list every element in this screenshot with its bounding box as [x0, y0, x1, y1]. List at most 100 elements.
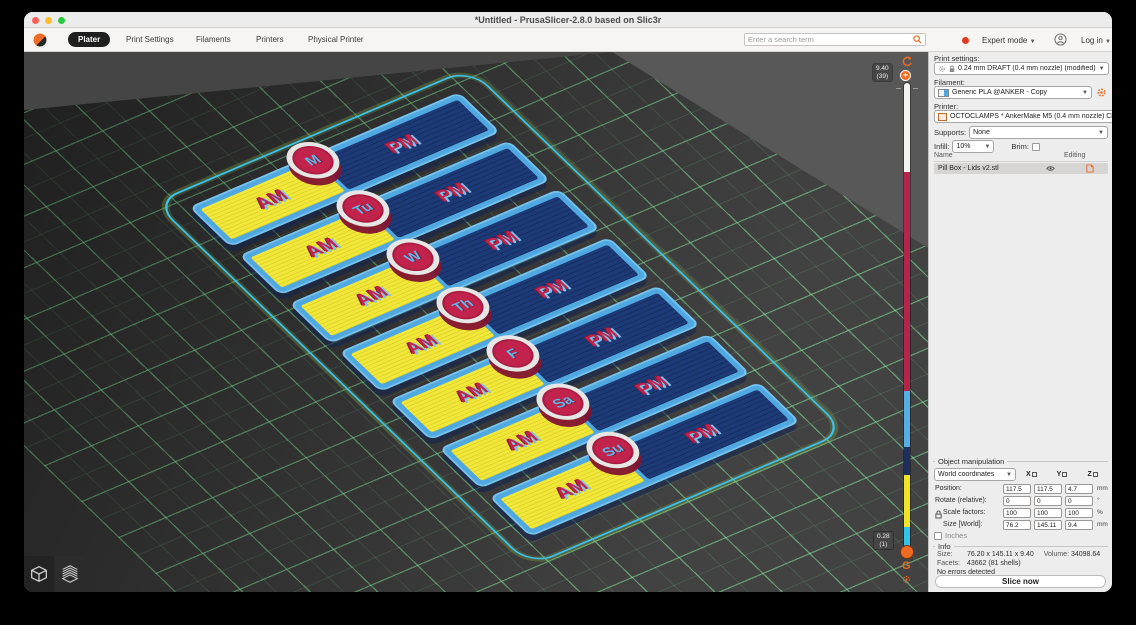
axis-header-x: X	[1019, 471, 1044, 478]
layer-color-segment	[904, 447, 910, 476]
am-label: AM	[500, 428, 544, 455]
printer-icon	[938, 112, 947, 121]
rotate-row: Rotate (relative): 0 0 0 °	[935, 495, 1108, 506]
gcode-legend-toggle[interactable]: G	[902, 560, 911, 572]
object-name: Pill Box - Lids v2.stl	[938, 165, 999, 172]
edit-filament-button[interactable]	[1095, 86, 1108, 99]
brim-checkbox[interactable]	[1031, 142, 1040, 151]
tab-print-settings[interactable]: Print Settings	[116, 32, 184, 47]
position-y-field[interactable]: 117.5	[1034, 483, 1062, 494]
tab-plater[interactable]: Plater	[68, 32, 111, 47]
axis-box-icon	[1031, 471, 1037, 477]
reset-color-changes-icon[interactable]	[901, 56, 914, 69]
tab-filaments[interactable]: Filaments	[186, 32, 241, 47]
unit-label: °	[1097, 497, 1100, 504]
rotate-y-field[interactable]: 0	[1034, 495, 1062, 506]
printer-select[interactable]: OCTOCLAMPS * AnkerMake M5 (0.4 mm nozzle…	[934, 110, 1112, 123]
layer-color-segment	[904, 475, 910, 527]
cube-icon	[31, 566, 47, 582]
printer-row: OCTOCLAMPS * AnkerMake M5 (0.4 mm nozzle…	[934, 110, 1112, 123]
slider-settings-gear-icon[interactable]	[901, 574, 912, 585]
supports-label: Supports:	[934, 128, 967, 137]
pm-label: PM	[681, 421, 724, 448]
search-placeholder: Enter a search term	[748, 35, 814, 44]
object-list-row[interactable]: Pill Box - Lids v2.stl	[934, 163, 1108, 174]
layer-stack-icon	[61, 565, 79, 583]
object-list-header: Name Editing	[934, 152, 1108, 162]
search-input[interactable]: Enter a search term	[744, 33, 926, 46]
layer-slider-track[interactable]	[904, 83, 910, 550]
tab-printers[interactable]: Printers	[246, 32, 294, 47]
mode-status-dot	[962, 37, 969, 44]
position-row: Position: 117.5 117.5 4.7 mm	[935, 483, 1108, 494]
facets-info-value: 43662 (81 shells)	[966, 560, 1021, 567]
prusaslicer-logo-icon	[32, 32, 48, 48]
size-info-value: 76.20 x 145.11 x 9.40	[966, 551, 1034, 558]
lock-icon	[949, 65, 955, 72]
position-label: Position:	[935, 485, 962, 492]
size-label: Size [World]:	[943, 521, 983, 528]
am-label: AM	[550, 476, 594, 503]
size-z-field[interactable]: 9.4	[1065, 519, 1093, 530]
user-account-icon[interactable]	[1054, 33, 1067, 46]
position-z-field[interactable]: 4.7	[1065, 483, 1093, 494]
volume-info-label: Volume:	[1043, 551, 1070, 558]
scale-x-field[interactable]: 100	[1003, 507, 1031, 518]
gear-icon	[1097, 88, 1106, 97]
filament-color-swatch	[938, 88, 949, 97]
day-label: Sa	[548, 392, 578, 412]
object-manipulation-title: Object manipulation	[938, 457, 1005, 466]
day-label: Tu	[349, 199, 377, 218]
day-label: W	[400, 248, 426, 266]
day-label: F	[502, 345, 524, 362]
size-y-field[interactable]: 145.11	[1034, 519, 1062, 530]
rotate-x-field[interactable]: 0	[1003, 495, 1031, 506]
am-label: AM	[451, 379, 494, 407]
add-color-change-button[interactable]: +	[900, 70, 911, 81]
layer-color-segment	[904, 83, 910, 172]
rotate-z-field[interactable]: 0	[1065, 495, 1093, 506]
pm-label: PM	[482, 228, 524, 254]
login-button[interactable]: Log in ▼	[1081, 36, 1111, 45]
visibility-toggle[interactable]	[1046, 165, 1086, 172]
pm-label: PM	[631, 372, 674, 399]
axis-box-icon	[1062, 471, 1068, 477]
size-x-field[interactable]: 76.2	[1003, 519, 1031, 530]
slider-tick	[896, 88, 901, 89]
supports-row: Supports: None ▼	[934, 126, 1108, 139]
column-editing: Editing	[1064, 152, 1086, 159]
rotate-label: Rotate (relative):	[935, 497, 987, 504]
main-toolbar: Plater Print Settings Filaments Printers…	[24, 28, 1112, 52]
preview-view-button[interactable]	[55, 556, 85, 592]
window-title: *Untitled - PrusaSlicer-2.8.0 based on S…	[474, 15, 662, 25]
supports-select[interactable]: None ▼	[969, 126, 1108, 139]
slider-tick	[913, 88, 918, 89]
print-settings-row: 0.24 mm DRAFT (0.4 mm nozzle) (modified)…	[934, 62, 1109, 75]
settings-panel: Print settings: 0.24 mm DRAFT (0.4 mm no…	[928, 52, 1112, 592]
slice-now-button[interactable]: Slice now	[935, 575, 1106, 588]
day-label: M	[301, 151, 325, 169]
am-label: AM	[251, 186, 294, 213]
layer-color-segment	[904, 171, 910, 392]
editing-button[interactable]	[1086, 164, 1104, 173]
scale-z-field[interactable]: 100	[1065, 507, 1093, 518]
scale-y-field[interactable]: 100	[1034, 507, 1062, 518]
pm-label: PM	[581, 324, 624, 351]
tab-physical-printer[interactable]: Physical Printer	[298, 32, 374, 47]
3d-viewport[interactable]: AM PM M AM PM Tu AM PM W AM PM Th AM PM …	[24, 52, 928, 592]
print-settings-select[interactable]: 0.24 mm DRAFT (0.4 mm nozzle) (modified)…	[934, 62, 1109, 75]
day-label: Su	[598, 440, 628, 460]
layer-slider-bottom-handle[interactable]	[901, 546, 913, 558]
am-label: AM	[351, 283, 394, 310]
layer-slider-bottom-tooltip: 0.28 (1)	[874, 532, 893, 549]
filament-select[interactable]: Generic PLA @ANKER - Copy ▼	[934, 86, 1092, 99]
inches-row: Inches	[934, 531, 1108, 540]
3d-editor-view-button[interactable]	[24, 556, 54, 592]
expert-mode-selector[interactable]: Expert mode ▼	[982, 36, 1036, 45]
coordinates-select[interactable]: World coordinates ▼	[934, 468, 1016, 481]
position-x-field[interactable]: 117.5	[1003, 483, 1031, 494]
uniform-scale-lock-icon[interactable]	[935, 510, 942, 519]
inches-checkbox[interactable]	[934, 531, 942, 540]
layer-slider-top-tooltip: 9.40 (39)	[873, 64, 892, 81]
facets-info-label: Facets:	[937, 560, 960, 567]
